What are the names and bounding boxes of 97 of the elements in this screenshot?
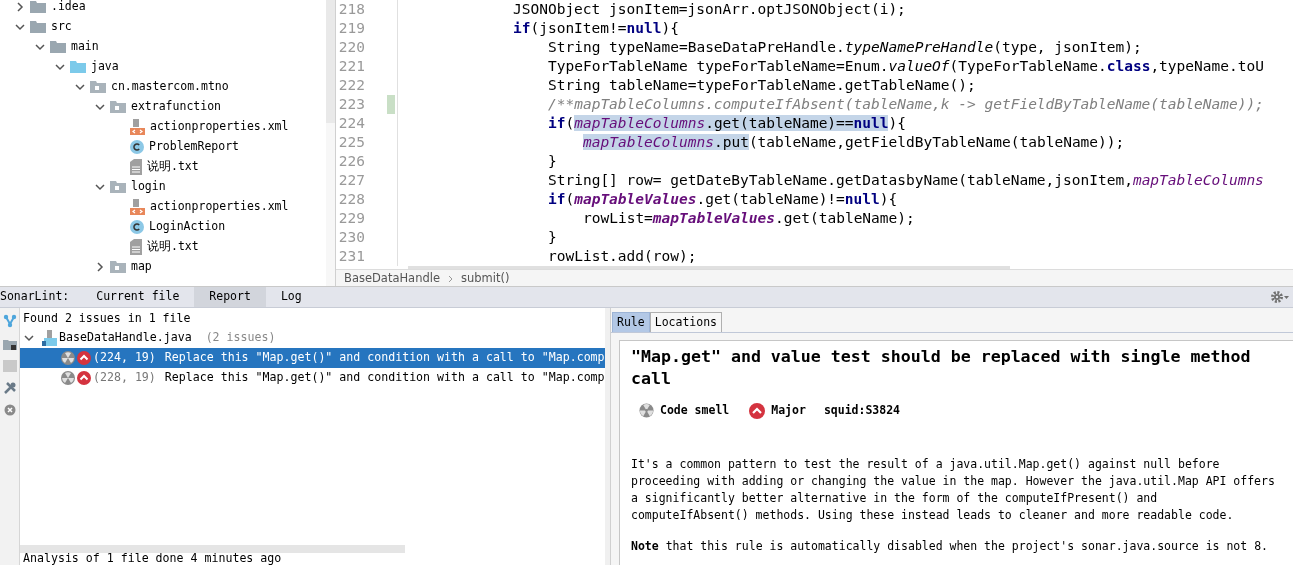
rule-tab[interactable]: Rule bbox=[612, 312, 650, 332]
line-number: 218 bbox=[338, 0, 365, 19]
code-line: } bbox=[548, 152, 558, 171]
xml-file-icon bbox=[130, 119, 145, 135]
rule-description: It's a common pattern to test the result of a java.util.Map.get() against null before proceeding with adding or changing the value in the map. However the java.util.Map API offers a significantly better alternative in the form of the computeIfPresent() and computeIfAbsent() methods. Using these instead leads to cleaner and more readable code. bbox=[631, 456, 1276, 525]
status-text: Analysis of 1 file done 4 minutes ago bbox=[23, 551, 282, 565]
issues-summary: Found 2 issues in 1 file bbox=[22, 310, 192, 327]
tree-item[interactable]: 说明.txt bbox=[147, 238, 199, 256]
tree-item[interactable]: map bbox=[131, 258, 152, 276]
chevron-icon[interactable] bbox=[24, 333, 34, 343]
line-number: 224 bbox=[338, 114, 365, 133]
tree-item[interactable]: LoginAction bbox=[149, 218, 226, 236]
issue-count: (2 issues) bbox=[205, 329, 276, 347]
tree-item[interactable]: ProblemReport bbox=[149, 138, 239, 156]
package-icon bbox=[110, 180, 126, 194]
tree-item[interactable]: main bbox=[71, 38, 99, 56]
class-icon bbox=[130, 140, 144, 154]
chevron-icon[interactable] bbox=[75, 82, 85, 92]
major-severity-icon bbox=[749, 402, 766, 419]
code-line: String tableName=typeForTableName.getTableName(); bbox=[548, 76, 977, 95]
major-severity-icon bbox=[77, 351, 91, 365]
rule-key: squid:S3824 bbox=[823, 402, 901, 420]
code-line: JSONObject jsonItem=jsonArr.optJSONObject(i); bbox=[513, 0, 907, 19]
tree-item[interactable]: actionproperties.xml bbox=[150, 198, 289, 216]
rule-tab[interactable]: Locations bbox=[649, 312, 722, 332]
rule-severity: Major bbox=[771, 402, 806, 419]
line-number: 226 bbox=[338, 152, 365, 171]
text-file-icon bbox=[130, 159, 142, 175]
line-number: 228 bbox=[338, 190, 365, 209]
code-line: if(jsonItem!=null){ bbox=[513, 19, 680, 38]
folder-icon bbox=[70, 60, 86, 74]
major-severity-icon bbox=[77, 371, 91, 385]
code-line: rowList=mapTableValues.get(tableName); bbox=[583, 209, 916, 228]
radiation-icon bbox=[639, 403, 654, 419]
rule-note: Note that this rule is automatically disabled when the project's sonar.java.source is not 8. bbox=[631, 538, 1269, 556]
file-name[interactable]: BaseDataHandle.java bbox=[59, 329, 192, 347]
tree-item[interactable]: actionproperties.xml bbox=[150, 118, 289, 136]
chevron-icon[interactable] bbox=[95, 182, 105, 192]
panel-tab[interactable]: Current file bbox=[81, 287, 195, 307]
close-circle-icon[interactable] bbox=[3, 404, 16, 416]
chevron-icon[interactable] bbox=[95, 102, 105, 112]
code-line: /**mapTableColumns.computeIfAbsent(tableName,k -> getFieldByTableName(tableName)); bbox=[548, 95, 1265, 114]
chevron-icon[interactable] bbox=[95, 262, 105, 272]
folder-icon bbox=[50, 40, 66, 54]
code-line: String[] row= getDateByTableName.getDatasbyName(tableName,jsonItem,mapTableColumns bbox=[548, 171, 1265, 190]
text-file-icon bbox=[130, 239, 142, 255]
chevron-icon[interactable] bbox=[15, 22, 25, 32]
tree-item[interactable]: extrafunction bbox=[131, 98, 221, 116]
class-icon bbox=[130, 220, 144, 234]
tree-item[interactable]: login bbox=[131, 178, 166, 196]
chevron-icon[interactable] bbox=[35, 42, 45, 52]
line-number: 229 bbox=[338, 209, 365, 228]
tree-item[interactable]: .idea bbox=[51, 0, 86, 16]
line-number: 231 bbox=[338, 247, 365, 266]
chevron-icon[interactable] bbox=[15, 2, 25, 12]
line-number: 230 bbox=[338, 228, 365, 247]
tree-item[interactable]: cn.mastercom.mtno bbox=[111, 78, 229, 96]
rule-type: Code smell bbox=[660, 402, 730, 419]
package-icon bbox=[90, 80, 106, 94]
code-line: TypeForTableName typeForTableName=Enum.valueOf(TypeForTableName.class,typeName.toU bbox=[548, 57, 1265, 76]
line-number: 227 bbox=[338, 171, 365, 190]
panel-tab[interactable]: Log bbox=[265, 287, 317, 307]
java-file-icon bbox=[42, 330, 57, 346]
tree-item[interactable]: 说明.txt bbox=[147, 158, 199, 176]
package-icon bbox=[110, 260, 126, 274]
line-number: 221 bbox=[338, 57, 365, 76]
rule-title: "Map.get" and value test should be replaced with single method call bbox=[631, 346, 1252, 390]
tree-item[interactable]: java bbox=[91, 58, 119, 76]
line-number: 222 bbox=[338, 76, 365, 95]
issue-row[interactable]: (228, 19) Replace this "Map.get()" and condition with a call to "Map.comp bbox=[20, 368, 605, 388]
line-number: 220 bbox=[338, 38, 365, 57]
folder-icon bbox=[30, 0, 46, 14]
code-line: if(mapTableValues.get(tableName)!=null){ bbox=[548, 190, 899, 209]
breadcrumb-item[interactable]: submit() bbox=[461, 269, 510, 286]
line-number: 223 bbox=[338, 95, 365, 114]
separator-icon bbox=[448, 274, 453, 283]
radiation-icon bbox=[61, 371, 75, 385]
tree-item[interactable]: src bbox=[51, 18, 72, 36]
line-number: 225 bbox=[338, 133, 365, 152]
code-line: rowList.add(row); bbox=[548, 247, 698, 266]
code-line: String typeName=BaseDataPreHandle.typeNamePreHandle(type, jsonItem); bbox=[548, 38, 1143, 57]
panel-title: SonarLint: bbox=[0, 288, 71, 306]
line-number: 219 bbox=[338, 19, 365, 38]
code-line: } bbox=[548, 228, 558, 247]
xml-file-icon bbox=[130, 199, 145, 215]
scrollbar-thumb[interactable] bbox=[326, 0, 335, 123]
package-icon bbox=[110, 100, 126, 114]
code-line: if(mapTableColumns.get(tableName)==null){ bbox=[548, 114, 907, 133]
code-line: mapTableColumns.put(tableName,getFieldByTableName(tableName)); bbox=[583, 133, 1126, 152]
issue-row[interactable]: (224, 19) Replace this "Map.get()" and condition with a call to "Map.comp bbox=[20, 348, 605, 368]
settings-icon[interactable] bbox=[1270, 290, 1290, 304]
panel-tab[interactable]: Report bbox=[194, 287, 266, 307]
folder-icon bbox=[30, 20, 46, 34]
chevron-icon[interactable] bbox=[55, 62, 65, 72]
breadcrumb-item[interactable]: BaseDataHandle bbox=[344, 269, 440, 286]
folder-icon[interactable] bbox=[2, 337, 17, 351]
radiation-icon bbox=[61, 351, 75, 365]
